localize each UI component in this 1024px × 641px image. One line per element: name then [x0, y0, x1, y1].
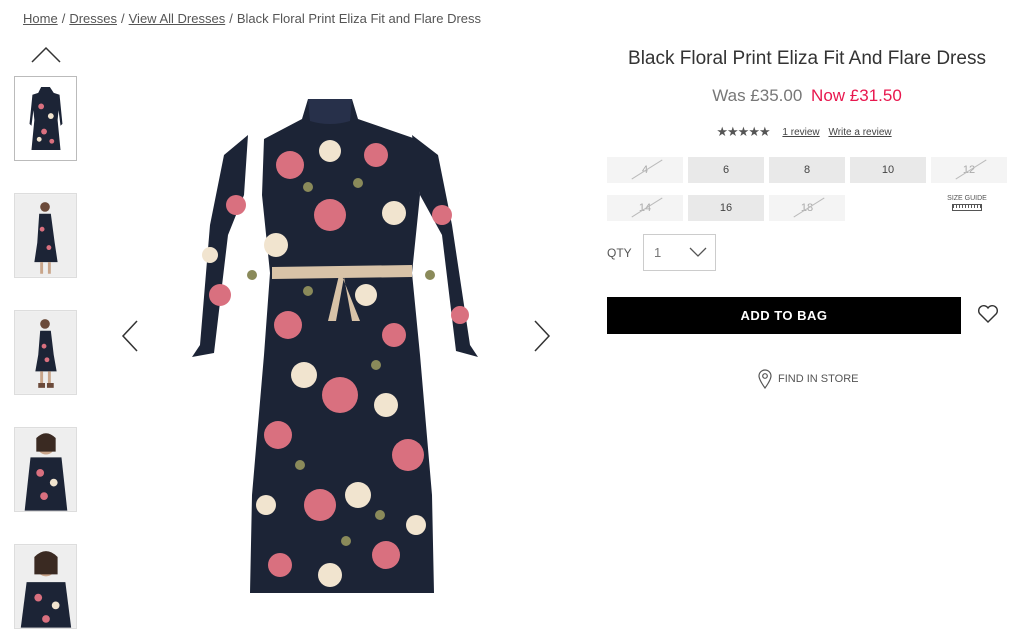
product-price: Was £35.00 Now £31.50 [590, 86, 1024, 106]
size-guide-button[interactable]: SIZE GUIDE [947, 195, 987, 211]
write-review-link[interactable]: Write a review [828, 127, 891, 138]
product-rating: ★★★★★ 1 review Write a review [590, 124, 1024, 140]
find-in-store-link[interactable]: FIND IN STORE [758, 369, 859, 390]
price-was: Was £35.00 [712, 86, 803, 105]
thumbnail-image[interactable] [14, 76, 77, 161]
size-option-6[interactable]: 6 [688, 157, 764, 183]
qty-select[interactable]: 1 [643, 234, 716, 271]
qty-label: QTY [607, 246, 632, 260]
chevron-down-icon [689, 247, 707, 257]
thumbnail-list [14, 76, 78, 641]
product-main-image [180, 95, 500, 641]
qty-value: 1 [654, 245, 662, 260]
size-option-16[interactable]: 16 [688, 195, 764, 221]
size-guide-label: SIZE GUIDE [947, 195, 987, 202]
heart-icon[interactable] [977, 304, 999, 324]
chevron-right-icon[interactable] [532, 319, 552, 353]
find-in-store-label: FIND IN STORE [778, 372, 859, 385]
size-option-8[interactable]: 8 [769, 157, 845, 183]
review-count-link[interactable]: 1 review [782, 127, 819, 138]
add-to-bag-button[interactable]: ADD TO BAG [607, 297, 961, 334]
ruler-icon [952, 204, 982, 211]
breadcrumb: Home / Dresses / View All Dresses / Black Flor… [23, 11, 481, 26]
thumbnail-image[interactable] [14, 544, 77, 629]
breadcrumb-separator: / [121, 11, 125, 26]
thumbnail-image[interactable] [14, 310, 77, 395]
size-option-12: 12 [931, 157, 1007, 183]
size-option-14: 14 [607, 195, 683, 221]
size-option-10[interactable]: 10 [850, 157, 926, 183]
map-pin-icon [758, 369, 772, 390]
chevron-up-icon[interactable] [30, 44, 62, 66]
breadcrumb-view-all-dresses[interactable]: View All Dresses [129, 11, 226, 26]
chevron-left-icon[interactable] [120, 319, 140, 353]
star-rating-icon: ★★★★★ [716, 124, 770, 139]
breadcrumb-dresses[interactable]: Dresses [69, 11, 117, 26]
breadcrumb-separator: / [61, 11, 66, 26]
breadcrumb-separator: / [229, 11, 233, 26]
thumbnail-image[interactable] [14, 427, 77, 512]
breadcrumb-home[interactable]: Home [23, 11, 58, 26]
thumbnail-image[interactable] [14, 193, 77, 278]
breadcrumb-current: Black Floral Print Eliza Fit and Flare D… [236, 11, 482, 26]
product-title: Black Floral Print Eliza Fit And Flare D… [628, 48, 986, 69]
size-option-4: 4 [607, 157, 683, 183]
size-option-18: 18 [769, 195, 845, 221]
price-now: Now £31.50 [811, 86, 902, 105]
